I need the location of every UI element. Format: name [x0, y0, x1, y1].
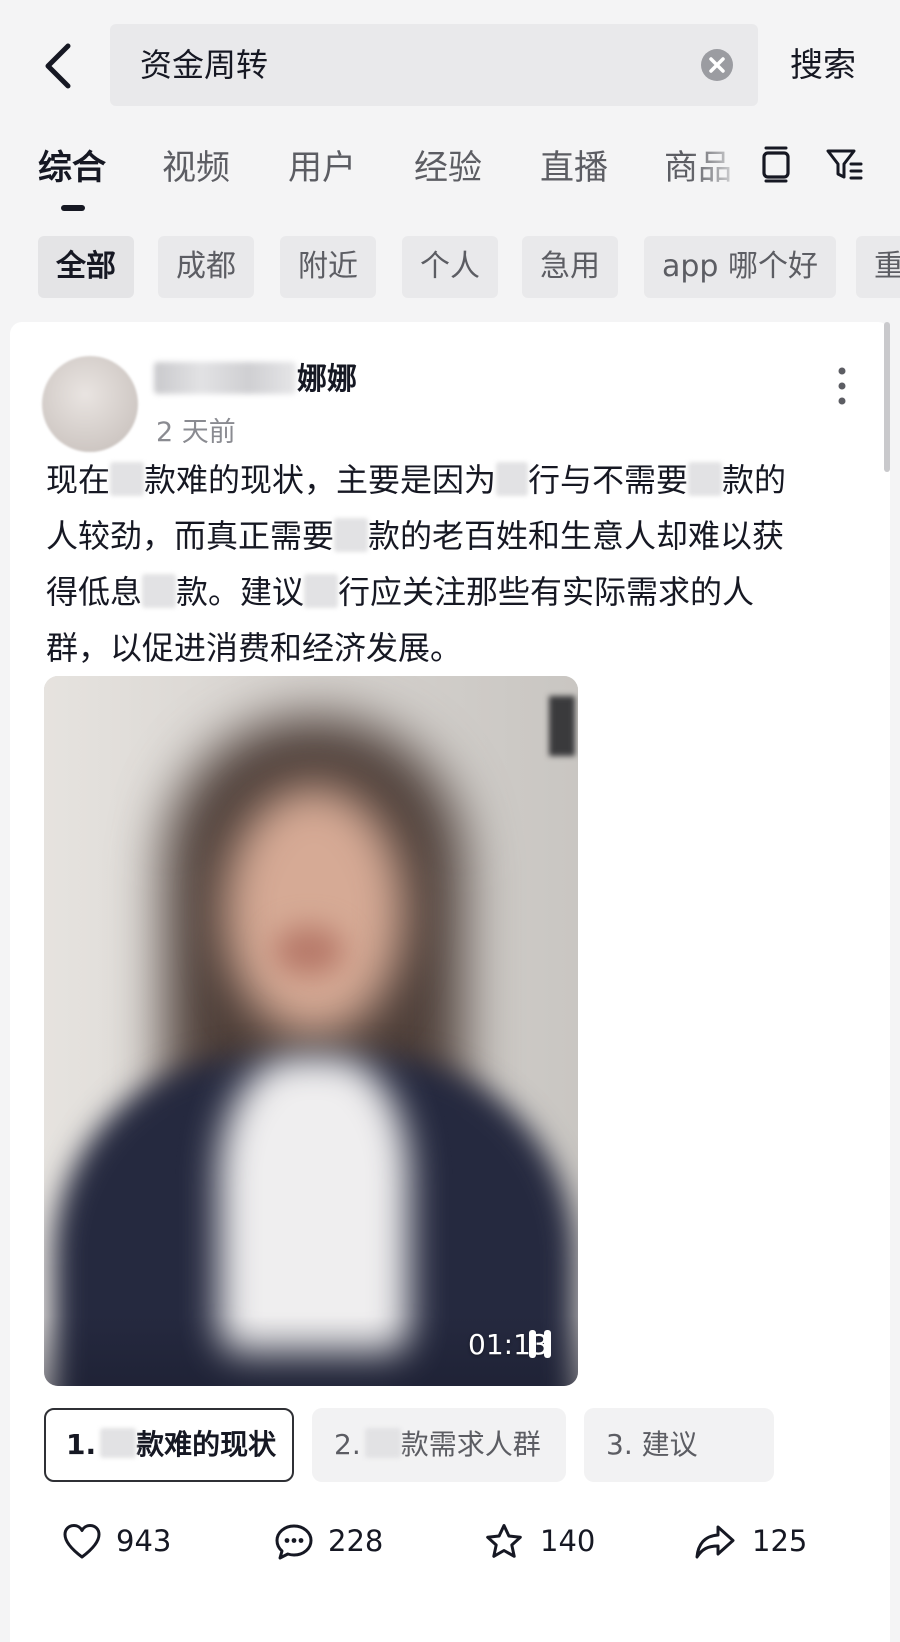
video-collar-blur	[219, 1056, 409, 1356]
video-face-detail-blur	[274, 926, 344, 976]
video-player[interactable]: 01:13	[44, 676, 578, 1386]
text-segment: 行应关注那些有实际需求的人	[338, 573, 755, 611]
share-arrow-icon	[695, 1525, 735, 1559]
text-segment: 款难的现状，主要是因为	[144, 461, 497, 499]
chip-more[interactable]: 重	[856, 236, 900, 298]
active-tab-indicator	[61, 205, 85, 211]
redacted-text	[364, 1428, 401, 1458]
post-card[interactable]: 娜娜 2 天前 现在 款难的现状，主要是因为 行与不需要 款的 人较劲，而真正需要 款的…	[10, 322, 890, 1642]
tab-video[interactable]: 视频	[162, 140, 230, 189]
share-button[interactable]: 125	[694, 1518, 824, 1568]
filter-icon	[826, 149, 863, 180]
chapter-1[interactable]: 1. 款难的现状	[44, 1408, 294, 1482]
tab-experience[interactable]: 经验	[414, 140, 482, 189]
pause-icon	[529, 1330, 551, 1358]
scrollbar[interactable]	[884, 322, 890, 472]
post-line: 人较劲，而真正需要 款的老百姓和生意人却难以获	[46, 508, 784, 564]
more-options-button[interactable]	[834, 364, 850, 408]
share-count: 125	[752, 1524, 808, 1558]
redacted-text	[100, 1428, 137, 1458]
text-segment: 行与不需要	[528, 461, 689, 499]
tab-overflow-fade	[690, 130, 760, 210]
tab-users[interactable]: 用户	[288, 140, 356, 189]
like-count: 943	[116, 1524, 172, 1558]
chip-nearby[interactable]: 附近	[280, 236, 376, 298]
layout-toggle-button[interactable]	[756, 144, 796, 184]
redacted-text	[334, 518, 369, 552]
redacted-text	[304, 574, 339, 608]
chevron-left-icon	[45, 43, 71, 89]
chip-urgent[interactable]: 急用	[522, 236, 618, 298]
post-line: 现在 款难的现状，主要是因为 行与不需要 款的	[46, 452, 786, 508]
redacted-text	[496, 462, 529, 496]
star-icon	[486, 1524, 522, 1558]
redacted-text	[110, 462, 145, 496]
text-segment: 款的老百姓和生意人却难以获	[368, 517, 785, 555]
back-button[interactable]	[38, 40, 82, 92]
search-header: 资金周转 搜索	[0, 0, 900, 130]
chip-chengdu[interactable]: 成都	[158, 236, 254, 298]
text-segment: 群，以促进消费和经济发展。	[46, 629, 463, 667]
search-button[interactable]: 搜索	[790, 24, 856, 106]
comment-bubble-icon	[275, 1524, 313, 1560]
author-name-redacted	[154, 362, 296, 394]
tab-comprehensive[interactable]: 综合	[38, 140, 106, 189]
favorite-button[interactable]: 140	[484, 1518, 614, 1568]
category-tabs: 综合 视频 用户 经验 直播 商品	[0, 130, 900, 230]
filter-button[interactable]	[824, 144, 864, 184]
text-segment: 现在	[46, 461, 111, 499]
chapter-3[interactable]: 3. 建议	[584, 1408, 774, 1482]
search-query[interactable]: 资金周转	[140, 24, 268, 106]
post-line: 群，以促进消费和经济发展。	[46, 620, 462, 676]
pause-button[interactable]	[526, 1328, 554, 1360]
like-button[interactable]: 943	[62, 1518, 182, 1568]
post-actions: 943 228 140 125	[10, 1518, 890, 1598]
video-face-blur	[224, 786, 404, 1036]
chip-personal[interactable]: 个人	[402, 236, 498, 298]
text-segment: 款的	[722, 461, 787, 499]
clear-circle-icon	[701, 49, 733, 81]
chapter-label: 款需求人群	[400, 1428, 541, 1461]
text-segment: 人较劲，而真正需要	[46, 517, 335, 555]
redacted-text	[142, 574, 177, 608]
comment-button[interactable]: 228	[274, 1518, 404, 1568]
text-segment: 得低息	[46, 573, 143, 611]
heart-icon	[63, 1524, 101, 1559]
chapter-label: 款难的现状	[136, 1428, 277, 1461]
more-vertical-icon	[838, 367, 846, 405]
comment-count: 228	[328, 1524, 384, 1558]
text-segment: 款。建议	[176, 573, 305, 611]
video-background-object	[549, 696, 575, 756]
layout-toggle-icon	[762, 146, 790, 183]
author-name[interactable]: 娜娜	[297, 354, 357, 398]
chip-app-which-best[interactable]: app 哪个好	[644, 236, 837, 298]
chapter-label: 1.	[66, 1428, 97, 1461]
chapter-label: 3. 建议	[606, 1428, 698, 1461]
redacted-text	[688, 462, 723, 496]
chip-all[interactable]: 全部	[38, 236, 134, 298]
favorite-count: 140	[540, 1524, 596, 1558]
post-line: 得低息 款。建议 行应关注那些有实际需求的人	[46, 564, 754, 620]
post-time: 2 天前	[156, 417, 236, 448]
avatar[interactable]	[42, 356, 138, 452]
tab-live[interactable]: 直播	[540, 140, 608, 189]
clear-search-button[interactable]	[700, 48, 734, 82]
chapter-2[interactable]: 2. 款需求人群	[312, 1408, 566, 1482]
chapter-label: 2.	[334, 1428, 361, 1461]
filter-chips: 全部 成都 附近 个人 急用 app 哪个好 重	[0, 236, 900, 298]
search-input[interactable]: 资金周转	[110, 24, 758, 106]
